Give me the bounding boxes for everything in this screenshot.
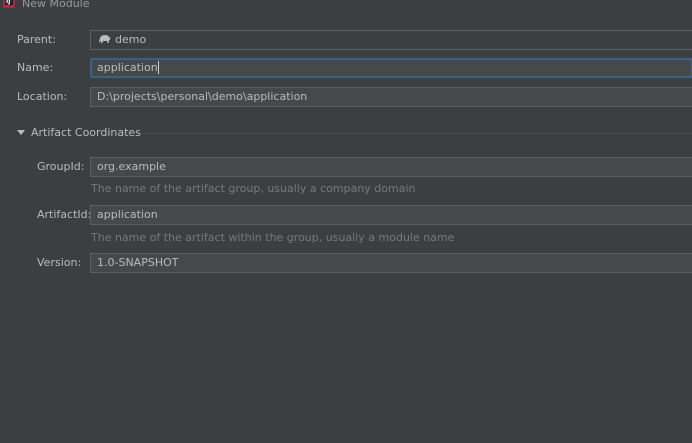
parent-label: Parent: [17, 33, 56, 46]
section-title: Artifact Coordinates [31, 126, 141, 139]
title-bar: IJ New Module [0, 0, 692, 12]
version-label: Version: [37, 256, 82, 269]
gradle-elephant-icon [99, 35, 111, 43]
name-input[interactable]: application [90, 58, 692, 78]
artifactid-value: application [97, 208, 158, 221]
version-input[interactable]: 1.0-SNAPSHOT [90, 253, 692, 273]
artifact-coordinates-toggle[interactable]: Artifact Coordinates [17, 124, 141, 142]
section-divider [142, 133, 692, 134]
groupid-label: GroupId: [37, 160, 85, 173]
artifactid-label: ArtifactId: [37, 208, 92, 221]
name-value: application [97, 61, 158, 74]
location-label: Location: [17, 90, 68, 103]
groupid-value: org.example [97, 160, 166, 173]
location-value: D:\projects\personal\demo\application [97, 90, 308, 103]
parent-selector[interactable]: demo [90, 30, 692, 50]
artifactid-hint: The name of the artifact within the grou… [91, 231, 455, 244]
name-label: Name: [17, 61, 54, 74]
parent-value: demo [115, 33, 147, 46]
location-input[interactable]: D:\projects\personal\demo\application [90, 87, 692, 107]
groupid-input[interactable]: org.example [90, 157, 692, 177]
groupid-hint: The name of the artifact group, usually … [91, 182, 416, 195]
window-title: New Module [22, 0, 90, 10]
intellij-idea-icon: IJ [3, 0, 15, 8]
text-caret [157, 60, 159, 74]
artifactid-input[interactable]: application [90, 205, 692, 225]
triangle-down-icon [17, 129, 25, 135]
version-value: 1.0-SNAPSHOT [97, 256, 179, 269]
